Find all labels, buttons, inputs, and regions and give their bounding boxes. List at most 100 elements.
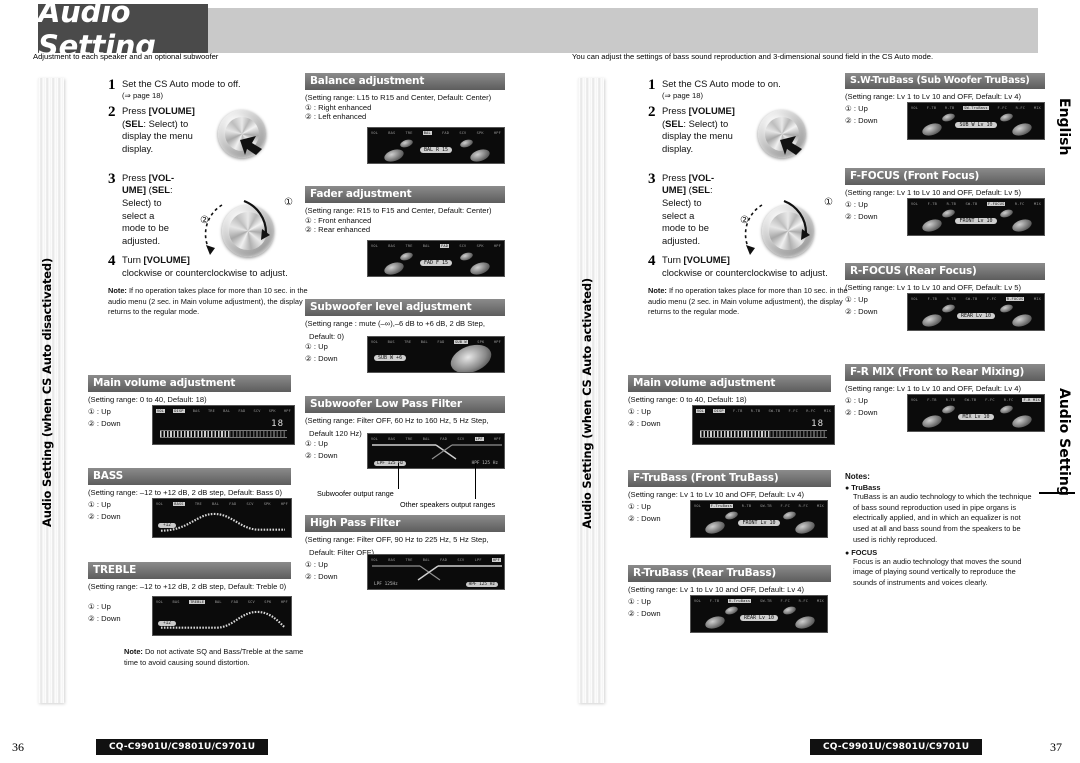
volume-knob-press-right bbox=[758, 110, 806, 158]
col4-sw-trubass-opt1: ① : Up bbox=[845, 104, 868, 113]
lcd-hpf-labels: LPF 125Hz HPF 125 Hz bbox=[374, 582, 498, 587]
step-1-page-ref: (⇒ page 18) bbox=[662, 90, 703, 100]
lcd-r-trubass: VOL F-TB R-TruBass SW-TB F-FC R-FC MIX REAR Lv… bbox=[690, 595, 828, 633]
col4-r-focus: R-FOCUS (Rear Focus) (Setting range: Lv … bbox=[845, 263, 1045, 337]
lcd-f-trubass-value: FRONT Lv 10 bbox=[738, 520, 780, 527]
step-1-number: 1 bbox=[108, 77, 116, 93]
lcd-topbar: VOL BAS TRE BAL FAD SCV LPF HPF bbox=[371, 558, 501, 562]
col3-f-trubass: F-TruBass (Front TruBass) (Setting range… bbox=[628, 470, 831, 544]
side-tab-left-label: Audio Setting (when CS Auto disactivated… bbox=[40, 258, 54, 527]
col3-r-trubass-title: R-TruBass (Rear TruBass) bbox=[628, 565, 831, 582]
lcd-speaker-graphic bbox=[691, 501, 827, 537]
col2-hpf-range: (Setting range: Filter OFF, 90 Hz to 225… bbox=[305, 535, 489, 544]
lcd-treble: VOL BAS TREBLE BAL FAD SCV SPK HPF +12 bbox=[152, 596, 292, 636]
lcd-volume-bargraph bbox=[160, 430, 287, 438]
lcd-bass: VOL BASS TRE BAL FAD SCV SPK HPF +12 bbox=[152, 498, 292, 538]
knob-mark-2: ② bbox=[200, 215, 209, 226]
col3-r-trubass-range: (Setting range: Lv 1 to Lv 10 and OFF, D… bbox=[628, 585, 805, 594]
col2-fader-opt2: ② : Rear enhanced bbox=[305, 225, 371, 234]
step-3-text: Press [VOL-UME] (SEL: Select) to select … bbox=[122, 171, 175, 247]
lcd-f-trubass: VOL F-TruBass R-TB SW-TB F-FC R-FC MIX FRONT L… bbox=[690, 500, 828, 538]
notes-item-trubass-body: TruBass is an audio technology to which … bbox=[853, 492, 1032, 544]
subtitle-left: Adjustment to each speaker and an option… bbox=[33, 52, 219, 61]
col2-subwoofer-level: Subwoofer level adjustment (Setting rang… bbox=[305, 299, 505, 384]
step-1-page-ref: (⇒ page 18) bbox=[122, 90, 163, 100]
col2-fader-title: Fader adjustment bbox=[305, 186, 505, 203]
lcd-topbar: VOL BAS TREBLE BAL FAD SCV SPK HPF bbox=[156, 600, 288, 604]
page-number-left: 36 bbox=[12, 740, 24, 754]
callout-subwoofer-output-range: Subwoofer output range bbox=[317, 489, 394, 498]
col2-fader: Fader adjustment (Setting range: R15 to … bbox=[305, 186, 505, 277]
col2-balance-opt2: ② : Left enhanced bbox=[305, 112, 367, 121]
col4-r-focus-opt2: ② : Down bbox=[845, 307, 878, 316]
col2-hpf-opt2: ② : Down bbox=[305, 572, 338, 581]
lcd-sw-trubass-value-wrap: SUB W Lv 10 bbox=[908, 121, 1044, 128]
right-step-note-text: If no operation takes place for more tha… bbox=[648, 286, 848, 317]
treble-curve-graphic bbox=[160, 610, 286, 629]
lcd-r-focus-value: REAR Lv 10 bbox=[956, 312, 996, 319]
col2-balance: Balance adjustment (Setting range: L15 t… bbox=[305, 73, 505, 164]
bullet-icon: ● bbox=[845, 485, 850, 492]
lcd-fr-mix-value: MIX Lv 10 bbox=[958, 413, 994, 420]
lcd-balance-value-wrap: BAL R 15 bbox=[368, 146, 504, 153]
col1-treble: TREBLE (Setting range: –12 to +12 dB, 2 … bbox=[88, 562, 292, 638]
lcd-fader-value: FAD F 15 bbox=[419, 259, 453, 266]
col3-main-volume-range: (Setting range: 0 to 40, Default: 18) bbox=[628, 395, 747, 404]
step-4-number: 4 bbox=[648, 252, 656, 269]
lcd-sw-trubass-value: SUB W Lv 10 bbox=[955, 121, 997, 128]
lcd-r-trubass-value: REAR Lv 10 bbox=[739, 615, 779, 622]
col4-sw-trubass-opt2: ② : Down bbox=[845, 116, 878, 125]
step-3-text: Press [VOL-UME] (SEL: Select) to select … bbox=[662, 171, 715, 247]
lcd-topbar: VOL DISP BAS TRE BAL FAD SCV SPK HPF bbox=[156, 409, 291, 413]
model-badge-left: CQ-C9901U/C9801U/C9701U bbox=[96, 739, 269, 755]
cursor-hand-icon bbox=[240, 136, 262, 155]
lcd-sw-trubass: VOL F-TB R-TB SW-TruBass F-FC R-FC MIX SUB W L… bbox=[907, 102, 1045, 140]
col3-r-trubass-opt1: ① : Up bbox=[628, 597, 651, 606]
col3-r-trubass-opt2: ② : Down bbox=[628, 609, 661, 618]
lcd-speaker-graphic bbox=[368, 128, 504, 163]
col3-r-trubass: R-TruBass (Rear TruBass) (Setting range:… bbox=[628, 565, 831, 639]
col4-f-focus: F-FOCUS (Front Focus) (Setting range: Lv… bbox=[845, 168, 1045, 242]
col4-sw-trubass-range: (Setting range: Lv 1 to Lv 10 and OFF, D… bbox=[845, 92, 1022, 101]
col1-treble-opt1: ① : Up bbox=[88, 602, 111, 611]
col4-f-focus-title: F-FOCUS (Front Focus) bbox=[845, 168, 1045, 185]
step-2-number: 2 bbox=[648, 103, 656, 120]
col3-main-volume: Main volume adjustment (Setting range: 0… bbox=[628, 375, 835, 447]
col2-hpf-title: High Pass Filter bbox=[305, 515, 505, 532]
col1-main-volume-title: Main volume adjustment bbox=[88, 375, 291, 392]
col2-sub-lpf: Subwoofer Low Pass Filter (Setting range… bbox=[305, 396, 505, 511]
lcd-f-trubass-value-wrap: FRONT Lv 10 bbox=[691, 520, 827, 527]
lcd-balance-value: BAL R 15 bbox=[419, 146, 453, 153]
model-badge-right: CQ-C9901U/C9801U/C9701U bbox=[810, 739, 983, 755]
col1-main-volume-opt1: ① : Up bbox=[88, 407, 111, 416]
lcd-fr-mix-value-wrap: MIX Lv 10 bbox=[908, 413, 1044, 420]
col3-f-trubass-range: (Setting range: Lv 1 to Lv 10 and OFF, D… bbox=[628, 490, 805, 499]
step-1-text: Set the CS Auto mode to on. bbox=[662, 78, 781, 89]
col1-bottom-note-text: Do not activate SQ and Bass/Treble at th… bbox=[124, 647, 304, 667]
col4-sw-trubass: S.W-TruBass (Sub Woofer TruBass) (Settin… bbox=[845, 73, 1045, 146]
lcd-speaker-graphic bbox=[691, 596, 827, 632]
col2-sub-lpf-opt2: ② : Down bbox=[305, 451, 338, 460]
col1-bass-range: (Setting range: –12 to +12 dB, 2 dB step… bbox=[88, 488, 282, 497]
left-step-note-label: Note: bbox=[108, 286, 127, 296]
col2-hpf: High Pass Filter (Setting range: Filter … bbox=[305, 515, 505, 600]
bass-curve-graphic bbox=[160, 512, 285, 532]
left-step-note-text: If no operation takes place for more tha… bbox=[108, 286, 308, 317]
col4-f-focus-range: (Setting range: Lv 1 to Lv 10 and OFF, D… bbox=[845, 188, 1022, 197]
col2-sub-lpf-title: Subwoofer Low Pass Filter bbox=[305, 396, 505, 413]
col4-r-focus-opt1: ① : Up bbox=[845, 295, 868, 304]
lcd-hpf-left: LPF 125Hz bbox=[374, 582, 398, 587]
lcd-volume-value: 18 bbox=[811, 418, 824, 429]
lcd-f-focus: VOL F-TB R-TB SW-TB F-FOCUS R-FC MIX FRONT Lv … bbox=[907, 198, 1045, 236]
col4-f-focus-opt1: ① : Up bbox=[845, 200, 868, 209]
col1-treble-title: TREBLE bbox=[88, 562, 291, 579]
notes-heading: Notes: bbox=[845, 472, 870, 481]
lcd-topbar: VOL BAS TRE BAL FAD SCV LPF HPF bbox=[371, 437, 501, 441]
col1-main-volume-range: (Setting range: 0 to 40, Default: 18) bbox=[88, 395, 207, 404]
lcd-f-focus-value-wrap: FRONT Lv 10 bbox=[908, 217, 1044, 224]
col3-main-volume-title: Main volume adjustment bbox=[628, 375, 831, 392]
manual-page: Audio Setting Adjustment to each speaker… bbox=[0, 0, 1080, 763]
lcd-f-focus-value: FRONT Lv 10 bbox=[955, 217, 997, 224]
rotation-arrows-icon bbox=[744, 199, 810, 255]
col4-notes: Notes: ● TruBass TruBass is an audio tec… bbox=[845, 472, 1035, 589]
